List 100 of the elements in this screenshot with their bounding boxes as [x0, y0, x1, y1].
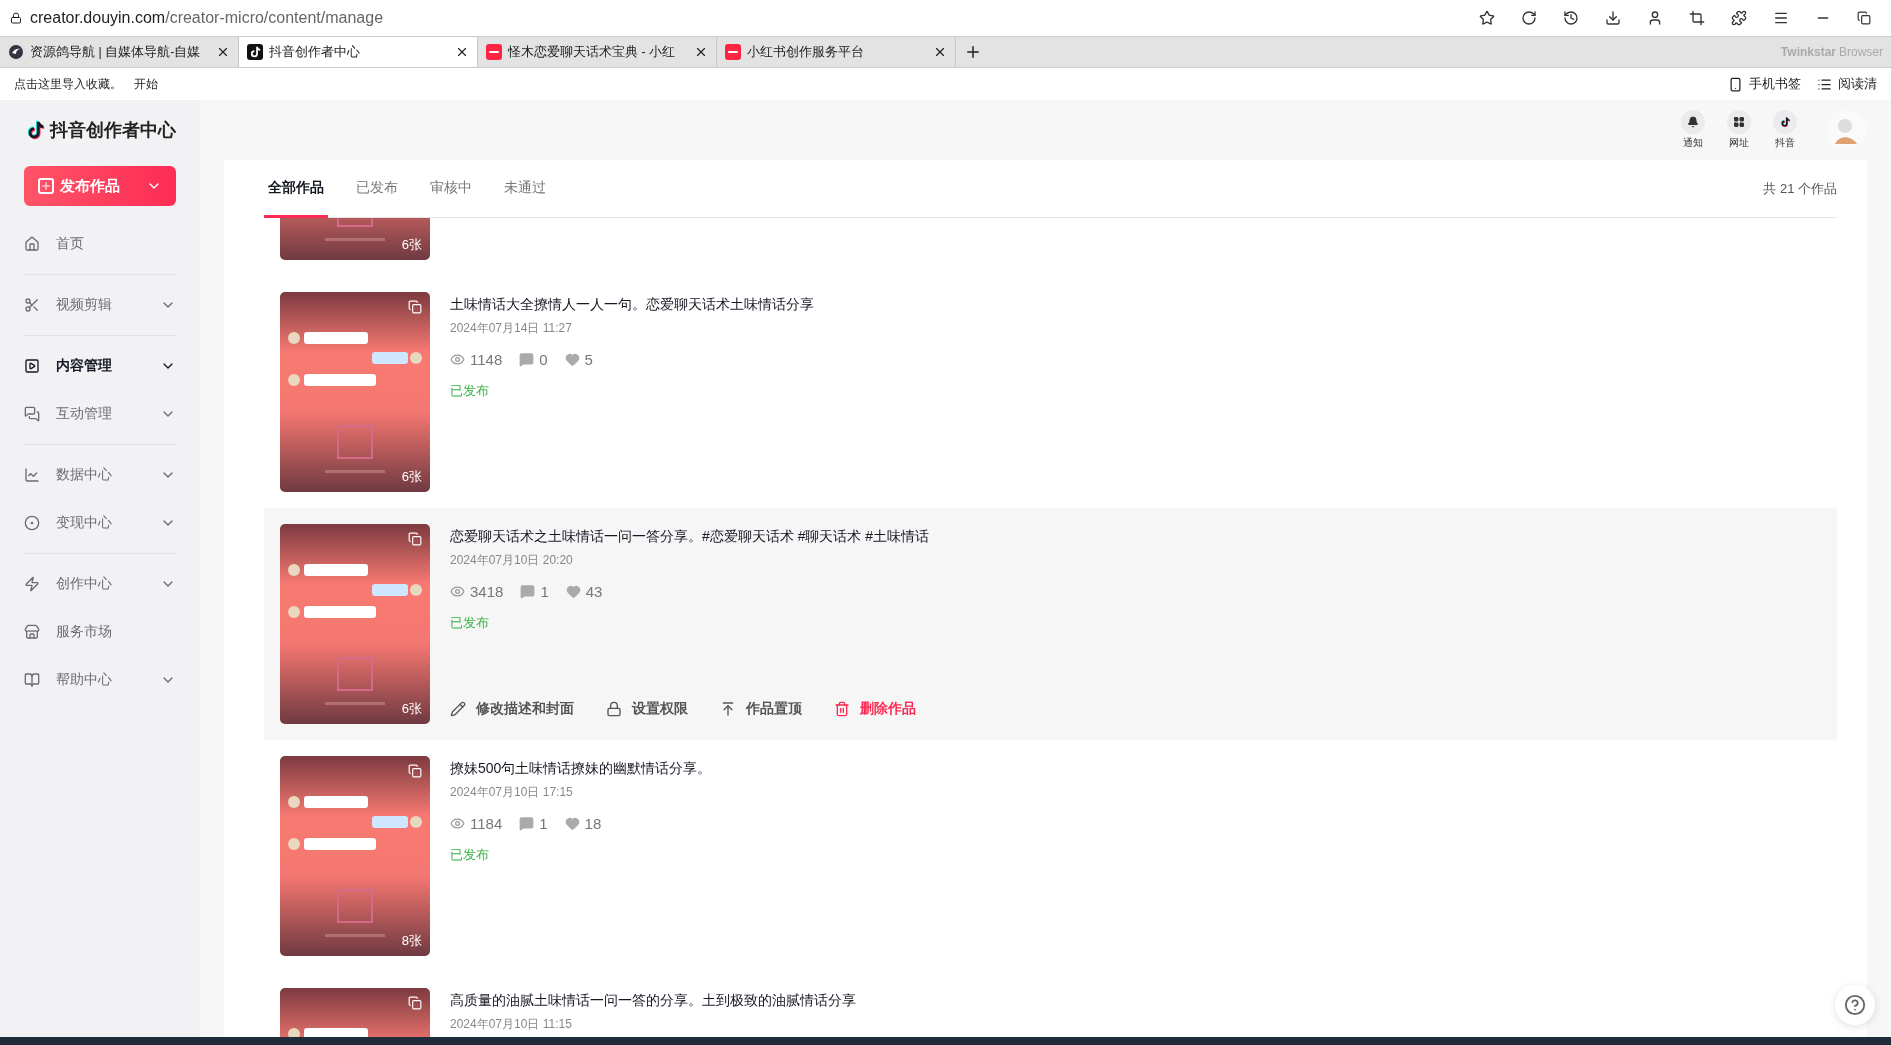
download-icon[interactable] — [1605, 10, 1621, 26]
star-icon[interactable] — [1479, 10, 1495, 26]
eye-icon — [450, 352, 465, 367]
close-icon[interactable] — [455, 45, 469, 59]
image-count: 8张 — [401, 932, 422, 950]
list-icon — [1817, 76, 1832, 92]
coin-icon — [24, 515, 40, 531]
home-icon — [24, 236, 40, 252]
sidebar-item[interactable]: 创作中心 — [24, 560, 176, 608]
heart-icon — [564, 816, 580, 831]
app-logo-icon — [725, 44, 741, 60]
close-icon[interactable] — [694, 45, 708, 59]
pencil-icon — [450, 701, 466, 717]
bird-logo-icon — [8, 44, 24, 60]
history-icon[interactable] — [1563, 10, 1579, 26]
help-icon — [1844, 994, 1866, 1016]
tiktok-logo-icon — [1779, 116, 1791, 128]
likes-count: 43 — [585, 583, 603, 600]
address-bar[interactable]: creator.douyin.com/creator-micro/content/manage — [30, 9, 1471, 27]
views-count: 1184 — [470, 815, 503, 832]
puzzle-icon[interactable] — [1731, 10, 1747, 26]
header-shortcut[interactable]: 通知 — [1677, 110, 1709, 150]
image-count: 6张 — [401, 700, 422, 718]
crop-icon[interactable] — [1689, 10, 1705, 26]
sidebar-item[interactable]: 首页 — [24, 220, 176, 268]
app-logo-icon — [486, 44, 502, 60]
comments-count: 0 — [539, 351, 548, 368]
browser-tab[interactable]: 抖音创作者中心 — [239, 37, 478, 67]
bookmark-link[interactable]: 开始 — [134, 75, 158, 93]
header-shortcut[interactable]: 网址 — [1723, 110, 1755, 150]
pin-top-icon — [720, 701, 736, 717]
views-count: 3418 — [470, 583, 504, 600]
sidebar-item[interactable]: 视频剪辑 — [24, 281, 176, 329]
work-title: 恋爱聊天话术之土味情话一问一答分享。#恋爱聊天话术 #聊天话术 #土味情话 — [450, 528, 931, 546]
play-icon — [24, 358, 40, 374]
stack-icon — [408, 300, 422, 314]
app-logo: 抖音创作者中心 — [24, 118, 176, 142]
sidebar-item[interactable]: 服务市场 — [24, 608, 176, 656]
bell-icon — [1687, 116, 1699, 128]
action-button[interactable]: 设置权限 — [606, 700, 688, 718]
menu-icon[interactable] — [1773, 10, 1789, 26]
work-date: 2024年07月10日 11:15 — [450, 1016, 573, 1033]
content-tab[interactable]: 未通过 — [500, 160, 550, 218]
heart-icon — [564, 352, 580, 367]
trash-icon — [834, 701, 850, 717]
bookmark-hint[interactable]: 点击这里导入收藏。 — [14, 75, 122, 93]
tiktok-logo-icon — [247, 44, 263, 60]
close-icon[interactable] — [216, 45, 230, 59]
stack-icon — [408, 764, 422, 778]
grid-icon — [1733, 116, 1745, 128]
eye-icon — [450, 816, 465, 831]
image-count: 6张 — [401, 468, 422, 486]
book-icon — [24, 672, 40, 688]
sidebar-item[interactable]: 变现中心 — [24, 499, 176, 547]
content-tab[interactable]: 已发布 — [352, 160, 402, 218]
chat-icon — [24, 406, 40, 422]
plus-icon — [38, 178, 54, 194]
shop-icon — [24, 624, 40, 640]
comments-count: 1 — [539, 815, 548, 832]
content-tab[interactable]: 审核中 — [426, 160, 476, 218]
user-icon[interactable] — [1647, 10, 1663, 26]
work-date: 2024年07月14日 11:27 — [450, 320, 573, 337]
sidebar-item[interactable]: 互动管理 — [24, 390, 176, 438]
scissors-icon — [24, 297, 40, 313]
header-shortcut[interactable]: 抖音 — [1769, 110, 1801, 150]
likes-count: 5 — [584, 351, 593, 368]
reload-icon[interactable] — [1521, 10, 1537, 26]
status-label: 已发布 — [450, 846, 490, 864]
stack-icon — [408, 532, 422, 546]
restore-icon[interactable] — [1857, 11, 1871, 25]
comment-icon — [520, 584, 536, 599]
close-icon[interactable] — [933, 45, 947, 59]
bookmark-button[interactable]: 手机书签 — [1728, 75, 1801, 93]
bookmark-button[interactable]: 阅读清 — [1817, 75, 1877, 93]
status-label: 已发布 — [450, 614, 490, 632]
likes-count: 18 — [584, 815, 602, 832]
sidebar-item[interactable]: 内容管理 — [24, 342, 176, 390]
comments-count: 1 — [540, 583, 549, 600]
action-button[interactable]: 作品置顶 — [720, 700, 802, 718]
bolt-icon — [24, 576, 40, 592]
work-title: 高质量的油腻土味情话一问一答的分享。土到极致的油腻情话分享 — [450, 992, 857, 1010]
comment-icon — [519, 816, 535, 831]
chart-icon — [24, 467, 40, 483]
status-label: 已发布 — [450, 382, 490, 400]
work-title: 撩妹500句土味情话撩妹的幽默情话分享。 — [450, 760, 713, 778]
image-count: 6张 — [401, 236, 422, 254]
sidebar-item[interactable]: 数据中心 — [24, 451, 176, 499]
work-title: 土味情话大全撩情人一人一句。恋爱聊天话术土味情话分享 — [450, 296, 815, 314]
works-total: 共 21 个作品 — [1763, 179, 1837, 198]
eye-icon — [450, 584, 465, 599]
phone-icon — [1728, 76, 1743, 92]
heart-icon — [565, 584, 581, 599]
action-button[interactable]: 修改描述和封面 — [450, 700, 574, 718]
lock-icon — [606, 701, 622, 717]
lock-icon — [10, 12, 22, 24]
work-date: 2024年07月10日 20:20 — [450, 552, 574, 569]
sidebar-item[interactable]: 帮助中心 — [24, 656, 176, 704]
work-date: 2024年07月10日 17:15 — [450, 784, 574, 801]
views-count: 1148 — [470, 351, 503, 368]
stack-icon — [408, 996, 422, 1010]
